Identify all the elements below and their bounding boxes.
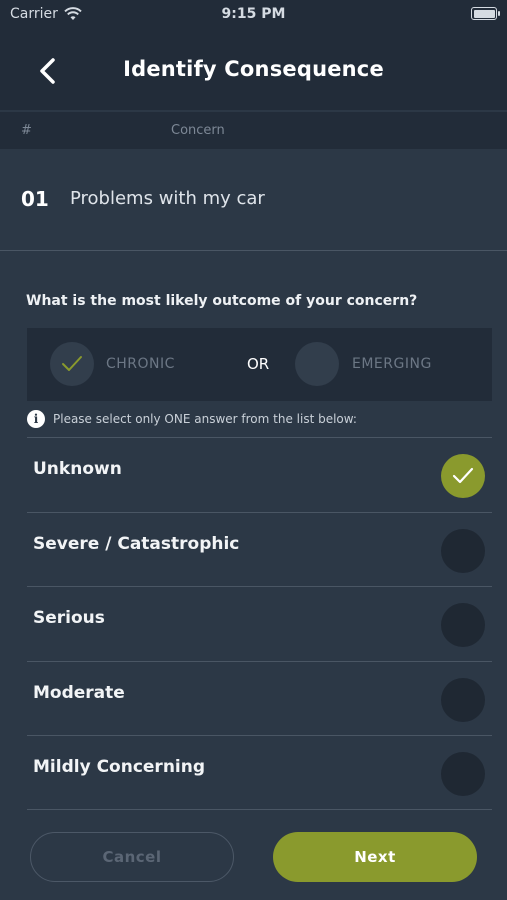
divider — [0, 250, 507, 251]
option-radio[interactable] — [441, 677, 485, 722]
info-text: Please select only ONE answer from the l… — [53, 412, 357, 426]
chronic-radio[interactable] — [50, 342, 94, 386]
option-label: Moderate — [33, 682, 125, 703]
option-serious[interactable]: Serious — [27, 586, 492, 661]
option-severe[interactable]: Severe / Catastrophic — [27, 511, 492, 587]
option-radio-selected[interactable] — [441, 454, 485, 498]
column-header: # Concern — [0, 112, 507, 149]
option-label: Unknown — [33, 459, 122, 479]
concern-row: 01 Problems with my car — [0, 149, 507, 249]
column-number-label: # — [21, 123, 32, 138]
option-label: Severe / Catastrophic — [33, 533, 240, 554]
question-text: What is the most likely outcome of your … — [26, 293, 418, 309]
option-moderate[interactable]: Moderate — [27, 660, 492, 736]
cancel-button[interactable]: Cancel — [30, 832, 234, 882]
concern-number: 01 — [21, 187, 49, 211]
status-time: 9:15 PM — [221, 6, 286, 22]
concern-text: Problems with my car — [70, 188, 265, 209]
page-title: Identify Consequence — [123, 57, 384, 81]
chronic-label[interactable]: CHRONIC — [106, 356, 175, 372]
battery-level — [473, 9, 495, 18]
option-radio[interactable] — [441, 603, 485, 647]
info-message: i Please select only ONE answer from the… — [27, 410, 357, 428]
option-radio[interactable] — [441, 528, 485, 573]
option-label: Mildly Concerning — [33, 757, 206, 777]
emerging-radio[interactable] — [295, 342, 339, 386]
option-unknown[interactable]: Unknown — [27, 437, 492, 512]
next-button[interactable]: Next — [273, 832, 477, 882]
option-label: Serious — [33, 608, 105, 628]
status-bar: Carrier 9:15 PM — [0, 0, 507, 28]
option-radio[interactable] — [441, 752, 485, 796]
or-separator: OR — [247, 355, 270, 373]
check-icon — [62, 356, 82, 371]
options-list: Unknown Severe / Catastrophic Serious Mo… — [27, 437, 492, 810]
emerging-label[interactable]: EMERGING — [352, 356, 432, 372]
column-concern-label: Concern — [171, 123, 225, 138]
battery-icon — [471, 7, 500, 20]
option-mildly-concerning[interactable]: Mildly Concerning — [27, 735, 492, 810]
outcome-toggle: CHRONIC OR EMERGING — [27, 328, 492, 401]
info-icon: i — [27, 410, 45, 428]
app-header: Carrier 9:15 PM Identify Consequence — [0, 0, 507, 110]
check-icon — [452, 467, 474, 484]
